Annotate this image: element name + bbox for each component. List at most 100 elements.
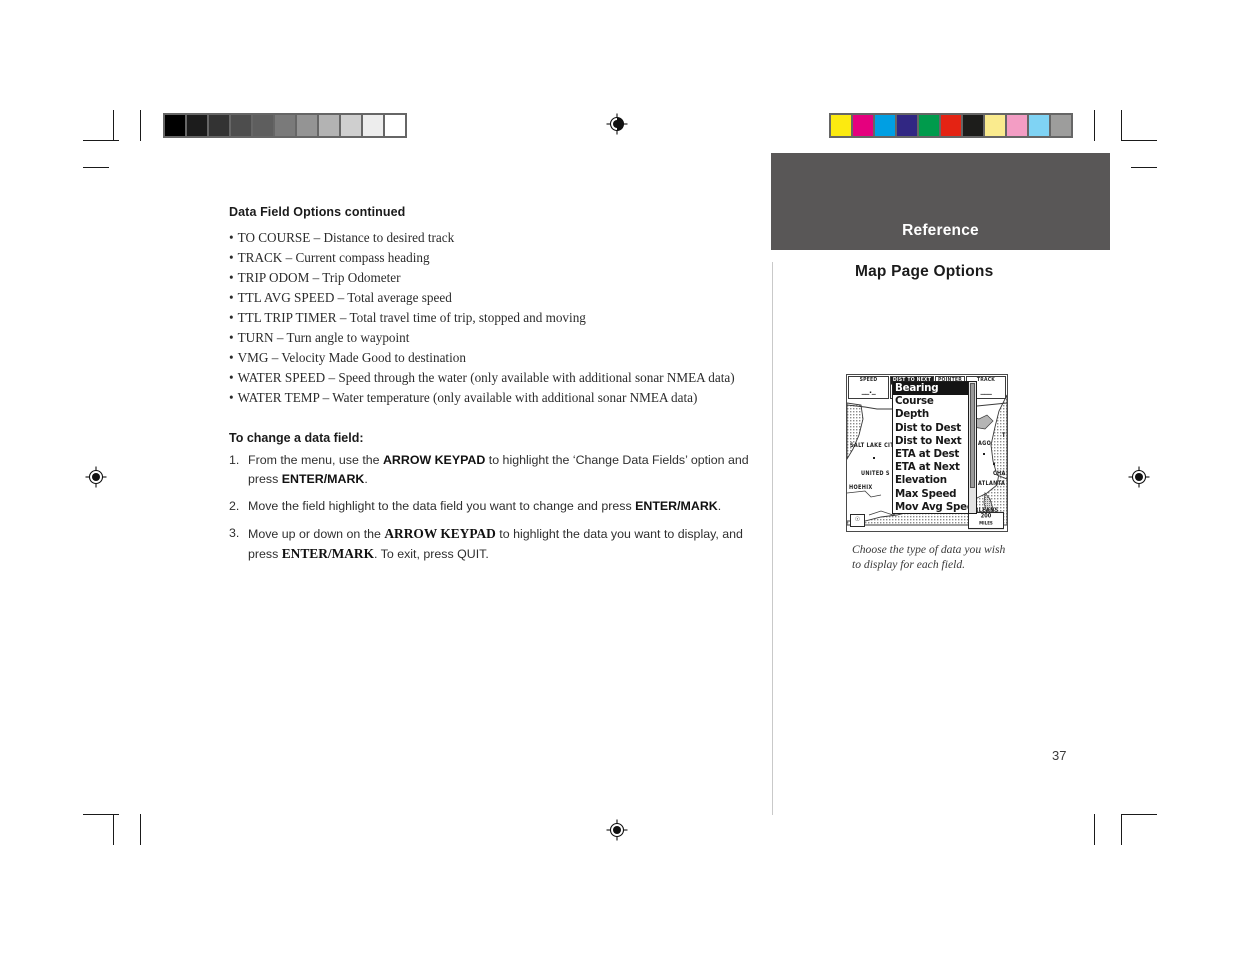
data-field-options-list: • TO COURSE – Distance to desired track • T… <box>229 228 754 408</box>
grayscale-swatch <box>341 115 361 136</box>
grayscale-swatch <box>165 115 185 136</box>
data-field-option-item: • TRIP ODOM – Trip Odometer <box>229 268 754 288</box>
map-scale-bar: 200 MILES <box>968 511 1004 530</box>
data-field-option-label: WATER TEMP – Water temperature (only ava… <box>237 390 698 405</box>
registration-target-icon-left <box>85 466 107 488</box>
data-field-option-label: TTL AVG SPEED – Total average speed <box>237 290 452 305</box>
reference-band-label: Reference <box>902 222 979 239</box>
step-text-run: ENTER/MARK <box>635 499 718 513</box>
registration-target-icon-bottom <box>606 819 628 841</box>
gps-data-field-label: SPEED <box>859 377 878 384</box>
map-city-label: UNITED S <box>861 470 890 478</box>
gps-menu-item[interactable]: Bearing <box>893 382 968 396</box>
data-field-option-item: • TO COURSE – Distance to desired track <box>229 228 754 248</box>
bleed-mark-top-right <box>1131 167 1157 168</box>
step-text-run: Move the field highlight to the data fie… <box>248 499 636 513</box>
data-field-option-item: • TURN – Turn angle to waypoint <box>229 328 754 348</box>
data-field-option-label: TURN – Turn angle to waypoint <box>237 330 410 345</box>
map-city-label: CHA <box>993 470 1006 478</box>
gps-data-option-menu[interactable]: Bearing Course Depth Dist to Dest Dist to Ne… <box>892 381 977 514</box>
step-number: 1. <box>229 453 240 467</box>
gps-menu-item[interactable]: Course <box>893 395 968 408</box>
printed-page: Data Field Options continued • TO COURSE … <box>0 0 1235 954</box>
bullet-icon: • <box>229 230 234 245</box>
grayscale-swatch <box>319 115 339 136</box>
step-number: 2. <box>229 499 240 513</box>
color-swatch <box>1007 115 1027 136</box>
trim-mark-bottom-left <box>140 814 141 845</box>
data-field-option-label: TO COURSE – Distance to desired track <box>237 230 455 245</box>
step-text-run: ARROW KEYPAD <box>382 453 486 467</box>
color-swatch <box>831 115 851 136</box>
procedure-heading: To change a data field: <box>229 431 364 445</box>
figure-caption: Choose the type of data you wish to disp… <box>852 543 1006 571</box>
color-swatch <box>1051 115 1071 136</box>
map-orientation-icon: ☉ <box>850 514 865 527</box>
map-waypoint-dot <box>993 463 995 465</box>
step-text-run: ENTER/MARK <box>281 546 375 561</box>
gps-menu-item[interactable]: Elevation <box>893 474 968 487</box>
grayscale-swatch <box>209 115 229 136</box>
section-heading: Data Field Options continued <box>229 205 406 219</box>
grayscale-swatch <box>275 115 295 136</box>
color-swatch <box>963 115 983 136</box>
gps-menu-item[interactable]: Depth <box>893 408 968 421</box>
crop-mark-bottom-left-vertical <box>113 814 114 845</box>
color-calibration-bar <box>829 113 1073 138</box>
data-field-option-item: • WATER SPEED – Speed through the water (… <box>229 368 754 388</box>
step-text-run: . <box>364 472 368 486</box>
map-city-label: ATLANTA <box>978 480 1006 488</box>
color-swatch <box>853 115 873 136</box>
trim-mark-top-right <box>1094 110 1095 141</box>
reference-band: Reference <box>771 153 1110 250</box>
data-field-option-item: • TTL AVG SPEED – Total average speed <box>229 288 754 308</box>
gps-menu-scrollbar[interactable] <box>968 382 976 513</box>
gps-menu-item[interactable]: Max Speed <box>893 488 968 501</box>
step-text-run: Move up or down on the <box>248 527 385 541</box>
map-city-label: HOEHIX <box>849 484 873 492</box>
bullet-icon: • <box>229 370 234 385</box>
gps-menu-scrollbar-thumb[interactable] <box>970 383 975 488</box>
gps-data-field-speed[interactable]: SPEED __._ <box>848 376 889 399</box>
crop-mark-top-right-vertical <box>1121 110 1122 141</box>
data-field-option-label: WATER SPEED – Speed through the water (o… <box>237 370 735 385</box>
data-field-option-item: • VMG – Velocity Made Good to destination <box>229 348 754 368</box>
map-waypoint-dot <box>873 457 875 459</box>
bleed-mark-top-left <box>83 167 109 168</box>
step-text-run: ARROW KEYPAD <box>384 526 496 541</box>
gps-menu-item[interactable]: ETA at Dest <box>893 448 968 461</box>
trim-mark-top-left <box>140 110 141 141</box>
color-swatch <box>875 115 895 136</box>
bullet-icon: • <box>229 350 234 365</box>
data-field-option-item: • WATER TEMP – Water temperature (only av… <box>229 388 754 408</box>
grayscale-swatch <box>187 115 207 136</box>
color-swatch <box>897 115 917 136</box>
grayscale-calibration-bar <box>163 113 407 138</box>
grayscale-swatch <box>385 115 405 136</box>
data-field-option-label: TTL TRIP TIMER – Total travel time of tr… <box>237 310 586 325</box>
map-city-label: SALT LAKE CITY <box>850 442 898 450</box>
procedure-steps: 1. From the menu, use the ARROW KEYPAD to… <box>229 451 754 564</box>
bullet-icon: • <box>229 290 234 305</box>
step-text-run: ENTER/MARK <box>281 472 365 486</box>
map-waypoint-dot <box>983 453 985 455</box>
bullet-icon: • <box>229 330 234 345</box>
color-swatch <box>1029 115 1049 136</box>
grayscale-swatch <box>253 115 273 136</box>
step-text-run: From the menu, use the <box>248 453 383 467</box>
procedure-step: 1. From the menu, use the ARROW KEYPAD to… <box>229 451 754 489</box>
map-city-label: T <box>1002 432 1006 440</box>
data-field-option-label: VMG – Velocity Made Good to destination <box>237 350 466 365</box>
gps-menu-item[interactable]: Dist to Next <box>893 435 968 448</box>
bullet-icon: • <box>229 310 234 325</box>
color-swatch <box>941 115 961 136</box>
step-text-run: . To exit, press QUIT. <box>374 547 489 561</box>
body-column: Data Field Options continued • TO COURSE … <box>229 205 754 572</box>
gps-menu-item[interactable]: Mov Avg Speed <box>893 501 976 513</box>
map-scale-value: 200 <box>980 513 992 520</box>
gps-menu-item[interactable]: Dist to Dest <box>893 422 968 435</box>
gps-menu-item[interactable]: ETA at Next <box>893 461 968 474</box>
sidebar-divider <box>772 262 773 815</box>
data-field-option-label: TRIP ODOM – Trip Odometer <box>237 270 401 285</box>
step-number: 3. <box>229 526 240 540</box>
